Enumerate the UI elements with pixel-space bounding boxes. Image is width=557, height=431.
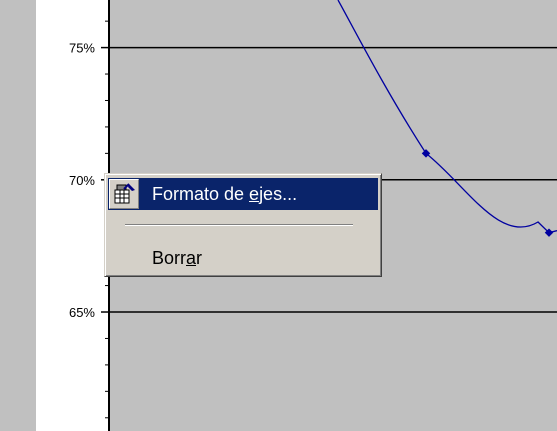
context-menu: Formato de ejes... Borrar xyxy=(104,173,382,277)
format-axis-icon xyxy=(109,179,139,209)
chart-stage: 75% 70% 65% Formato de ejes... Borrar xyxy=(0,0,557,431)
menu-item-label: Borrar xyxy=(152,247,203,268)
menu-item-label: Formato de ejes... xyxy=(152,183,298,204)
menu-item-format-axis[interactable]: Formato de ejes... xyxy=(108,178,378,210)
y-tick-label: 75% xyxy=(69,41,95,56)
y-tick-label: 65% xyxy=(69,305,95,320)
menu-item-clear[interactable]: Borrar xyxy=(108,242,378,274)
axis-tick-labels: 75% 70% 65% xyxy=(69,41,95,320)
menu-separator xyxy=(125,224,353,226)
y-tick-label: 70% xyxy=(69,173,95,188)
